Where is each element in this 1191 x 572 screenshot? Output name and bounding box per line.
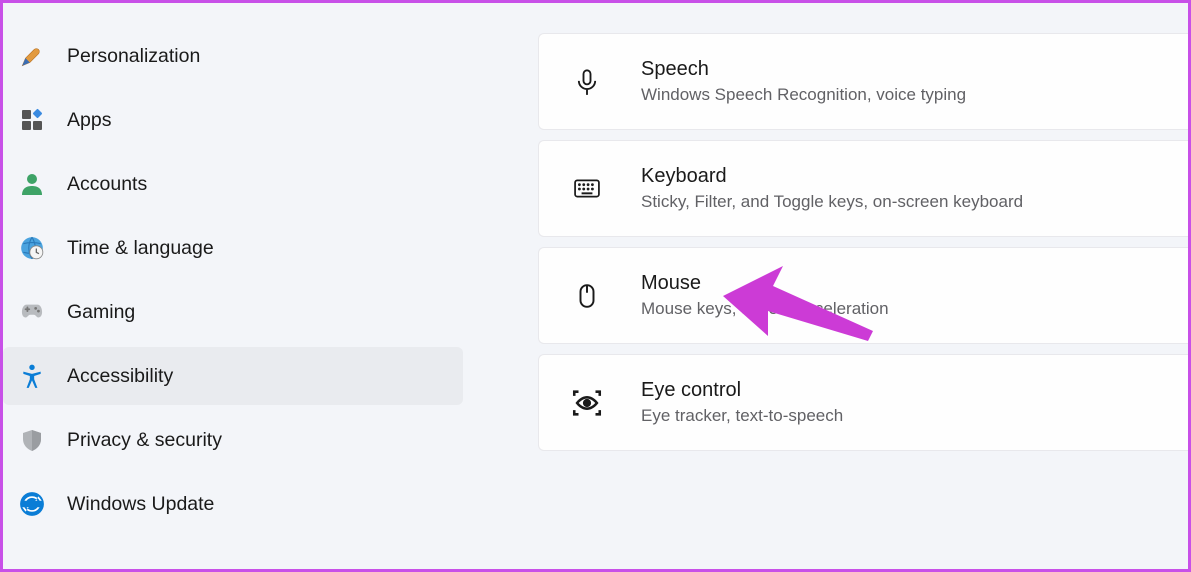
sidebar-item-gaming[interactable]: Gaming [3,283,463,341]
card-text: Keyboard Sticky, Filter, and Toggle keys… [641,165,1023,212]
card-text: Eye control Eye tracker, text-to-speech [641,379,843,426]
eye-scan-icon [569,385,605,421]
sidebar-item-privacy-security[interactable]: Privacy & security [3,411,463,469]
sidebar-item-label: Accounts [67,173,147,196]
person-icon [19,171,45,197]
card-eye-control[interactable]: Eye control Eye tracker, text-to-speech [538,354,1188,451]
card-title: Eye control [641,379,843,402]
apps-icon [19,107,45,133]
card-text: Speech Windows Speech Recognition, voice… [641,58,966,105]
paintbrush-icon [19,43,45,69]
sidebar-item-windows-update[interactable]: Windows Update [3,475,463,533]
sidebar-item-accounts[interactable]: Accounts [3,155,463,213]
sidebar-item-label: Privacy & security [67,429,222,452]
card-subtitle: Eye tracker, text-to-speech [641,406,843,426]
card-speech[interactable]: Speech Windows Speech Recognition, voice… [538,33,1188,130]
card-subtitle: Sticky, Filter, and Toggle keys, on-scre… [641,192,1023,212]
sidebar-item-time-language[interactable]: Time & language [3,219,463,277]
sidebar-item-label: Personalization [67,45,200,68]
settings-main: Speech Windows Speech Recognition, voice… [468,3,1188,569]
gamepad-icon [19,299,45,325]
card-subtitle: Mouse keys, speed, acceleration [641,299,889,319]
card-title: Speech [641,58,966,81]
sync-icon [19,491,45,517]
card-title: Keyboard [641,165,1023,188]
sidebar-item-label: Windows Update [67,493,214,516]
sidebar-item-label: Gaming [67,301,135,324]
shield-icon [19,427,45,453]
sidebar-item-personalization[interactable]: Personalization [3,27,463,85]
sidebar-item-apps[interactable]: Apps [3,91,463,149]
card-subtitle: Windows Speech Recognition, voice typing [641,85,966,105]
card-mouse[interactable]: Mouse Mouse keys, speed, acceleration [538,247,1188,344]
settings-sidebar: Personalization Apps Accounts Time & lan… [3,3,468,569]
keyboard-icon [569,171,605,207]
card-text: Mouse Mouse keys, speed, acceleration [641,272,889,319]
sidebar-item-label: Apps [67,109,111,132]
globe-clock-icon [19,235,45,261]
sidebar-item-label: Time & language [67,237,214,260]
accessibility-icon [19,363,45,389]
sidebar-item-label: Accessibility [67,365,173,388]
card-title: Mouse [641,272,889,295]
microphone-icon [569,64,605,100]
sidebar-item-accessibility[interactable]: Accessibility [3,347,463,405]
card-keyboard[interactable]: Keyboard Sticky, Filter, and Toggle keys… [538,140,1188,237]
mouse-icon [569,278,605,314]
